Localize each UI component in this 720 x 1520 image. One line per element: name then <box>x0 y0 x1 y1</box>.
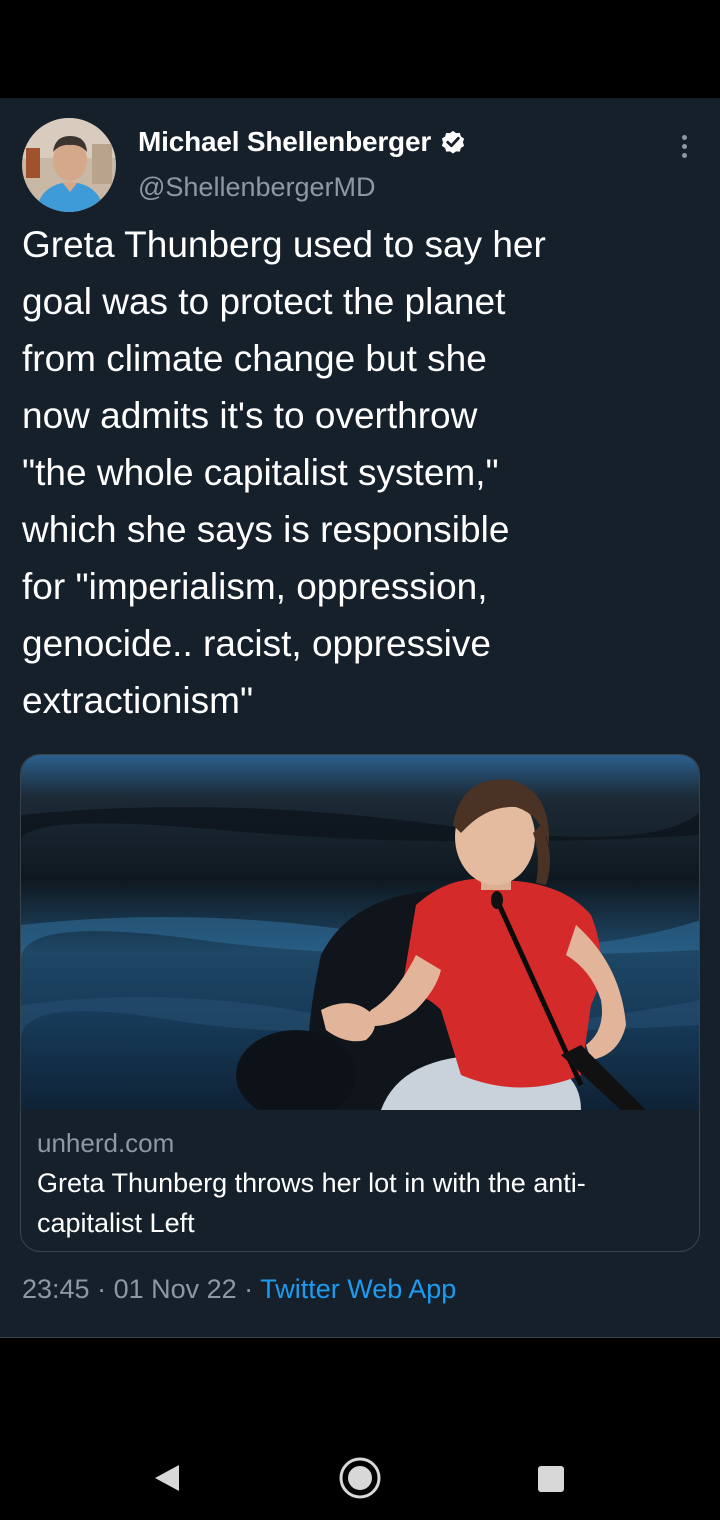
tweet-source-link[interactable]: Twitter Web App <box>260 1274 456 1304</box>
android-nav-bar <box>0 1338 720 1520</box>
author-handle[interactable]: @ShellenbergerMD <box>138 172 376 203</box>
back-triangle-icon[interactable] <box>153 1463 181 1498</box>
recents-square-icon[interactable] <box>537 1465 565 1498</box>
avatar[interactable] <box>22 118 116 212</box>
card-title: Greta Thunberg throws her lot in with th… <box>37 1168 586 1238</box>
meta-separator: · <box>236 1274 261 1304</box>
tweet-date[interactable]: 01 Nov 22 <box>114 1274 237 1304</box>
card-domain: unherd.com <box>37 1128 175 1158</box>
link-card[interactable]: unherd.com Greta Thunberg throws her lot… <box>20 754 700 1252</box>
home-circle-icon[interactable] <box>338 1456 382 1505</box>
display-name[interactable]: Michael Shellenberger <box>138 126 431 158</box>
tweet-text: Greta Thunberg used to say her goal was … <box>22 224 546 721</box>
more-vertical-icon[interactable] <box>668 130 700 162</box>
tweet-meta: 23:45 · 01 Nov 22 · Twitter Web App <box>22 1274 456 1305</box>
author-line[interactable]: Michael Shellenberger <box>138 126 467 158</box>
card-image[interactable] <box>21 755 699 1120</box>
verified-badge-icon <box>439 128 467 156</box>
tweet-detail: Michael Shellenberger @ShellenbergerMD G… <box>0 98 720 1338</box>
tweet-time[interactable]: 23:45 <box>22 1274 90 1304</box>
meta-separator: · <box>89 1274 114 1304</box>
status-bar <box>0 0 720 98</box>
